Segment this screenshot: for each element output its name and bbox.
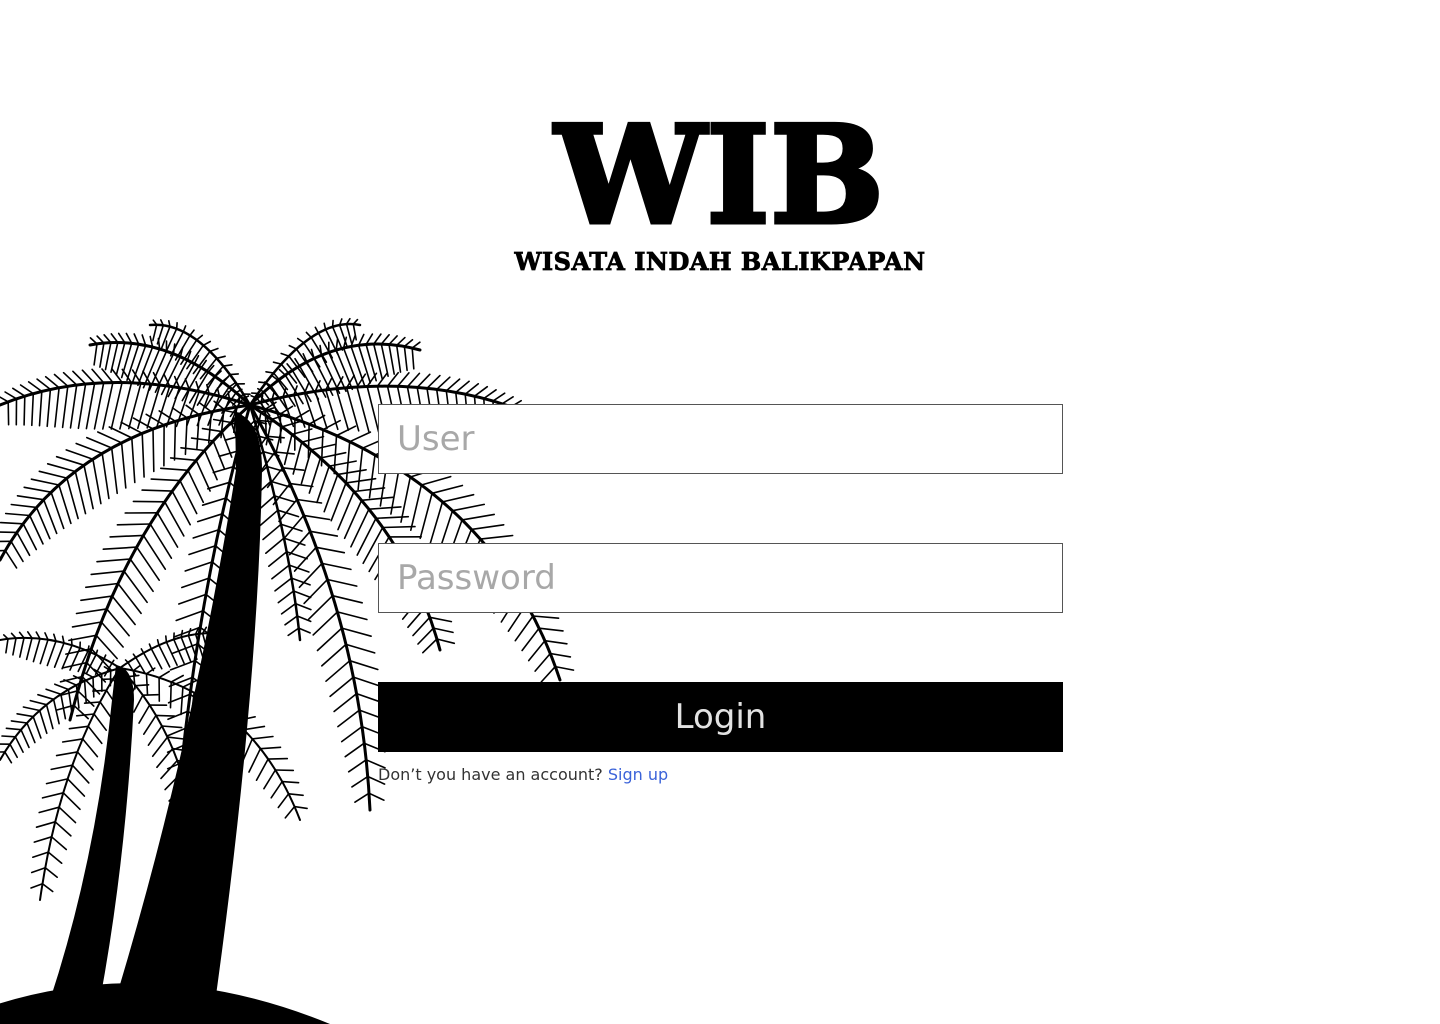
signup-link[interactable]: Sign up [608, 765, 668, 784]
password-input[interactable] [378, 543, 1063, 613]
brand-tagline: WISATA INDAH BALIKPAPAN [514, 247, 926, 277]
login-button[interactable]: Login [378, 682, 1063, 752]
user-input[interactable] [378, 404, 1063, 474]
signup-prompt: Don’t you have an account? [378, 765, 603, 784]
signup-prompt-row: Don’t you have an account? Sign up [378, 764, 668, 786]
brand-logo: WIB [553, 96, 886, 254]
